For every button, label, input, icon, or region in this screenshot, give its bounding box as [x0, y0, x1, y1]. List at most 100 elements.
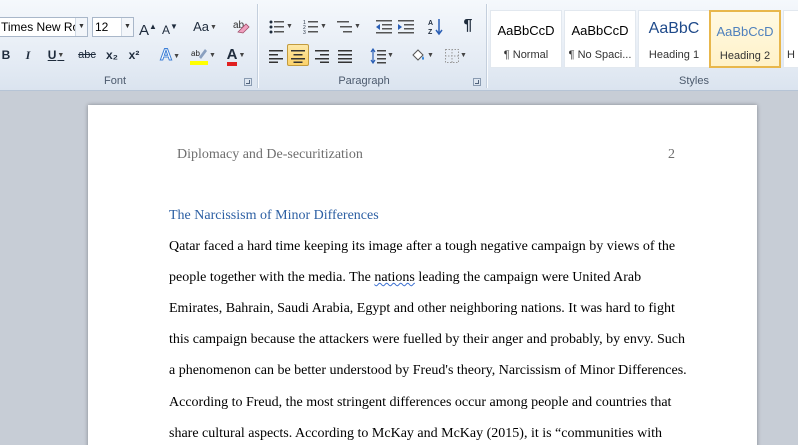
style-name: H	[787, 49, 795, 61]
shrink-font-button[interactable]: A▼	[160, 16, 180, 38]
section-heading: The Narcissism of Minor Differences	[169, 208, 379, 223]
align-center-button[interactable]	[287, 44, 309, 66]
svg-text:Z: Z	[428, 29, 433, 36]
align-right-button[interactable]	[312, 44, 332, 66]
paint-bucket-icon	[412, 49, 425, 61]
body-line: share cultural aspects. According to McK…	[169, 426, 662, 441]
group-separator	[257, 4, 258, 88]
shading-button[interactable]: ▼	[408, 44, 436, 66]
style-name: Heading 2	[719, 50, 771, 62]
borders-button[interactable]: ▼	[442, 44, 470, 66]
style-heading-2[interactable]: AaBbCcD Heading 2	[709, 10, 781, 68]
chevron-down-icon[interactable]: ▼	[121, 18, 133, 36]
superscript-icon: x²	[128, 48, 140, 62]
superscript-button[interactable]: x²	[124, 44, 144, 66]
decrease-indent-button[interactable]	[374, 15, 394, 37]
page-number: 2	[668, 147, 675, 162]
paragraph-group-label: Paragraph	[338, 75, 390, 87]
font-color-icon: A	[226, 47, 238, 66]
line-spacing-button[interactable]: ▼	[368, 44, 396, 66]
change-case-icon: Aa	[193, 19, 209, 34]
subscript-icon: x₂	[105, 48, 118, 62]
underline-icon: U	[47, 48, 57, 62]
style-preview: AaBbCcD	[571, 23, 629, 38]
strikethrough-button[interactable]: abc	[76, 44, 98, 66]
font-size-combo[interactable]: 12 ▼	[92, 17, 134, 37]
numbering-button[interactable]: 1 2 3 ▼	[300, 15, 330, 37]
bold-icon: B	[1, 48, 11, 62]
sort-button[interactable]: AZ	[426, 15, 446, 37]
increase-indent-icon	[398, 19, 414, 34]
font-group-label: Font	[103, 75, 126, 87]
svg-text:A: A	[428, 20, 433, 27]
style-more[interactable]: H	[783, 10, 798, 68]
body-line: According to Freud, the most stringent d…	[169, 395, 672, 410]
align-left-button[interactable]	[266, 44, 286, 66]
bullet-list-icon	[269, 20, 285, 34]
body-line: people together with the media. The nati…	[169, 270, 641, 286]
styles-group-label: Styles	[679, 75, 709, 87]
svg-text:3: 3	[303, 30, 306, 35]
body-line: this campaign because the attackers were…	[169, 332, 685, 347]
styles-gallery: AaBbCcD ¶ Normal AaBbCcD ¶ No Spaci... A…	[490, 10, 798, 70]
page-header: Diplomacy and De-securitization	[177, 147, 363, 162]
increase-indent-button[interactable]	[396, 15, 416, 37]
style-preview: AaBbCcD	[716, 24, 774, 39]
shrink-font-icon: A	[162, 23, 171, 37]
font-color-button[interactable]: A▼	[222, 44, 250, 66]
decrease-indent-icon	[376, 19, 392, 34]
highlighter-icon: ab	[190, 48, 209, 65]
multilevel-list-button[interactable]: ▼	[334, 15, 364, 37]
text-effects-icon: A	[159, 45, 173, 65]
show-formatting-button[interactable]: ¶	[458, 15, 478, 37]
style-name: ¶ Normal	[503, 49, 549, 61]
body-line: Emirates, Bahrain, Saudi Arabia, Egypt a…	[169, 301, 675, 316]
style-name: Heading 1	[648, 49, 700, 61]
font-size-value: 12	[95, 20, 109, 34]
justify-icon	[338, 49, 352, 63]
style-heading-1[interactable]: AaBbC Heading 1	[638, 10, 710, 68]
bullets-button[interactable]: ▼	[266, 15, 296, 37]
bold-button[interactable]: B	[0, 44, 14, 66]
grow-font-icon: A	[139, 22, 150, 39]
body-line: Qatar faced a hard time keeping its imag…	[169, 239, 676, 254]
text-run: people together with the media. The	[169, 270, 375, 285]
numbered-list-icon: 1 2 3	[303, 20, 319, 36]
align-left-icon	[269, 49, 283, 63]
style-normal[interactable]: AaBbCcD ¶ Normal	[490, 10, 562, 68]
body-line: a phenomenon can be better understood by…	[169, 363, 687, 378]
document-page[interactable]: Diplomacy and De-securitization 2 The Na…	[88, 105, 757, 445]
style-preview: AaBbCcD	[497, 23, 555, 38]
font-dialog-launcher-icon[interactable]	[244, 78, 252, 86]
text-run: leading the campaign were United Arab	[414, 270, 642, 285]
ribbon: Times New Roman ▼ 12 ▼ A▲ A▼ Aa▼ ab B I …	[0, 0, 798, 91]
clear-formatting-button[interactable]: ab	[230, 14, 252, 36]
borders-icon	[445, 48, 460, 63]
clear-formatting-icon: ab	[233, 20, 250, 34]
spelling-flagged-word: nations	[374, 270, 415, 285]
underline-button[interactable]: U▼	[42, 44, 70, 66]
justify-button[interactable]	[335, 44, 355, 66]
style-no-spacing[interactable]: AaBbCcD ¶ No Spaci...	[564, 10, 636, 68]
italic-button[interactable]: I	[20, 44, 36, 66]
chevron-down-icon[interactable]: ▼	[75, 18, 87, 36]
sort-icon: AZ	[428, 18, 443, 36]
paragraph-dialog-launcher-icon[interactable]	[473, 78, 481, 86]
pilcrow-icon: ¶	[463, 17, 473, 34]
grow-font-button[interactable]: A▲	[138, 16, 158, 39]
align-center-icon	[291, 49, 305, 63]
highlight-button[interactable]: ab ▼	[188, 44, 218, 66]
change-case-button[interactable]: Aa▼	[190, 16, 220, 38]
group-separator	[486, 4, 487, 88]
italic-icon: I	[25, 48, 31, 62]
line-spacing-icon	[370, 47, 387, 64]
font-name-combo[interactable]: Times New Roman ▼	[0, 17, 88, 37]
style-name: ¶ No Spaci...	[568, 49, 632, 61]
svg-text:ab: ab	[191, 49, 200, 58]
text-effects-button[interactable]: A▼	[156, 44, 184, 66]
style-preview: AaBbC	[648, 20, 700, 37]
strikethrough-icon: abc	[78, 49, 96, 61]
align-right-icon	[315, 49, 329, 63]
subscript-button[interactable]: x₂	[102, 44, 122, 66]
multilevel-list-icon	[337, 20, 353, 33]
